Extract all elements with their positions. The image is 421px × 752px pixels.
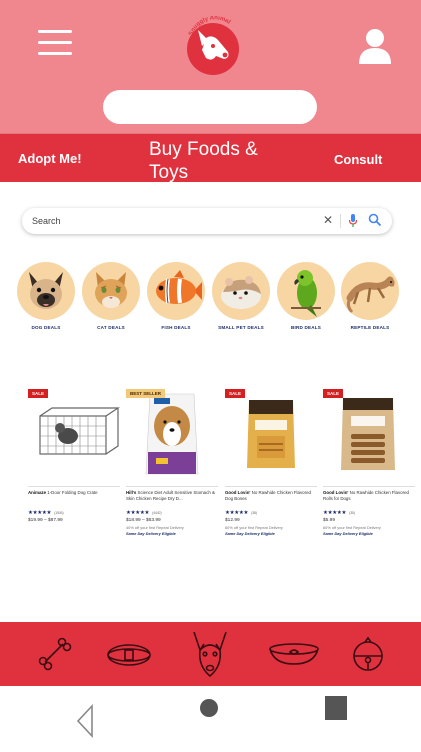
microphone-icon[interactable] xyxy=(348,213,358,229)
product-image: SALE xyxy=(28,386,120,482)
category-label: REPTILE DEALS xyxy=(350,325,390,330)
category-bird-deals[interactable]: BIRD DEALS xyxy=(277,262,335,330)
header-search-field[interactable] xyxy=(103,90,317,124)
close-icon[interactable]: ✕ xyxy=(323,214,333,226)
dog-head-icon[interactable] xyxy=(190,628,230,680)
promo-text: 60% off your first Repeat Delivery xyxy=(225,525,283,530)
search-input[interactable] xyxy=(32,212,292,230)
fish-icon xyxy=(156,270,202,304)
bone-icon[interactable] xyxy=(37,636,73,672)
dog-icon xyxy=(29,272,63,309)
promo-text: 60% off your first Repeat Delivery xyxy=(323,525,381,530)
collar-icon[interactable] xyxy=(106,642,152,668)
category-small-pet-deals[interactable]: SMALL PET DEALS xyxy=(212,262,270,330)
product-card[interactable]: BEST SELLER Hill's Science Diet Adult Se… xyxy=(126,386,218,536)
product-image: BEST SELLER xyxy=(126,386,218,482)
category-label: CAT DEALS xyxy=(97,325,125,330)
user-icon[interactable] xyxy=(357,26,393,66)
app-header: Snuggly Animal xyxy=(0,0,421,134)
nav-adopt-me[interactable]: Adopt Me! xyxy=(18,151,82,166)
food-bowl-icon[interactable] xyxy=(266,642,322,668)
product-card[interactable]: SALE Good Lovin' No Rawhide Chicken Flav… xyxy=(323,386,415,536)
product-card[interactable]: SALE Animaze 1-Door Folding Dog Crate ★★… xyxy=(28,386,120,523)
hamburger-menu-icon[interactable] xyxy=(38,30,72,58)
delivery-text: Same Day Delivery Eligible xyxy=(323,531,373,536)
star-rating: ★★★★★ (38) xyxy=(225,510,257,516)
bird-icon xyxy=(291,270,321,317)
category-label: SMALL PET DEALS xyxy=(218,325,264,330)
sale-badge: SALE xyxy=(28,389,49,398)
sale-badge: SALE xyxy=(225,389,246,398)
bottom-tab-bar xyxy=(0,622,421,686)
reptile-icon xyxy=(346,276,395,314)
back-icon[interactable] xyxy=(76,704,94,738)
category-fish-deals[interactable]: FISH DEALS xyxy=(147,262,205,330)
category-label: FISH DEALS xyxy=(161,325,191,330)
nav-consult[interactable]: Consult xyxy=(334,152,382,167)
product-title: Good Lovin' No Rawhide Chicken Flavored … xyxy=(225,490,311,501)
category-reptile-deals[interactable]: REPTILE DEALS xyxy=(341,262,399,330)
product-title: Animaze 1-Door Folding Dog Crate xyxy=(28,490,98,495)
home-icon[interactable] xyxy=(199,698,219,718)
star-rating: ★★★★★ (35) xyxy=(323,510,355,516)
sale-badge: SALE xyxy=(323,389,344,398)
product-price: $19.99 – $87.99 xyxy=(28,518,63,523)
system-nav-bar xyxy=(0,686,421,752)
product-title: Hill's Science Diet Adult Sensitive Stom… xyxy=(126,490,215,501)
product-search-bar: ✕ xyxy=(22,208,392,234)
delivery-text: Same Day Delivery Eligible xyxy=(126,531,176,536)
search-icon[interactable] xyxy=(368,213,382,227)
product-image: SALE xyxy=(225,386,317,482)
promo-text: 40% off your first Repeat Delivery xyxy=(126,525,184,530)
category-label: BIRD DEALS xyxy=(290,325,322,330)
product-price: $12.99 xyxy=(225,518,240,523)
search-divider xyxy=(340,214,341,228)
product-price: $5.99 xyxy=(323,518,336,523)
product-image: SALE xyxy=(323,386,415,482)
product-title: Good Lovin' No Rawhide Chicken Flavored … xyxy=(323,490,409,501)
logo: Snuggly Animal xyxy=(187,16,239,75)
top-nav: Adopt Me! Buy Foods & Toys Consult xyxy=(0,134,421,184)
category-label: DOG DEALS xyxy=(31,325,61,330)
category-cat-deals[interactable]: CAT DEALS xyxy=(82,262,140,330)
cat-icon xyxy=(95,272,127,308)
star-rating: ★★★★★ (1506) xyxy=(28,510,64,516)
delivery-text: Same Day Delivery Eligible xyxy=(225,531,275,536)
nav-buy-foods-toys[interactable]: Buy Foods & Toys xyxy=(149,138,289,184)
recents-icon[interactable] xyxy=(325,696,347,720)
best-seller-badge: BEST SELLER xyxy=(126,389,166,398)
product-card[interactable]: SALE Good Lovin' No Rawhide Chicken Flav… xyxy=(225,386,317,536)
product-price: $18.99 – $63.99 xyxy=(126,518,161,523)
category-dog-deals[interactable]: DOG DEALS xyxy=(17,262,75,330)
star-rating: ★★★★★ (4442) xyxy=(126,510,162,516)
bell-toy-icon[interactable] xyxy=(351,636,385,672)
hamster-icon xyxy=(221,276,261,309)
